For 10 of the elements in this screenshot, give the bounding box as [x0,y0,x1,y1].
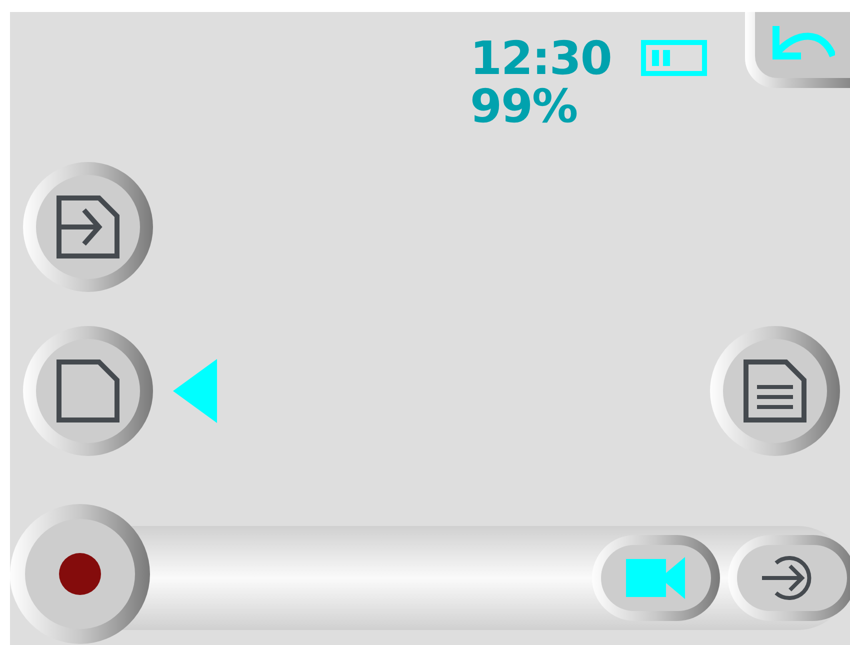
battery-percent: 99% [470,82,578,130]
clock-time: 12:30 [470,34,612,82]
file-icon [56,359,120,423]
document-icon [743,359,807,423]
pill-button[interactable] [728,535,850,621]
undo-arrow-icon [770,26,834,60]
import-icon [56,195,120,259]
record-icon [58,552,102,596]
video-camera-icon [626,557,686,599]
back-button[interactable] [745,12,850,88]
